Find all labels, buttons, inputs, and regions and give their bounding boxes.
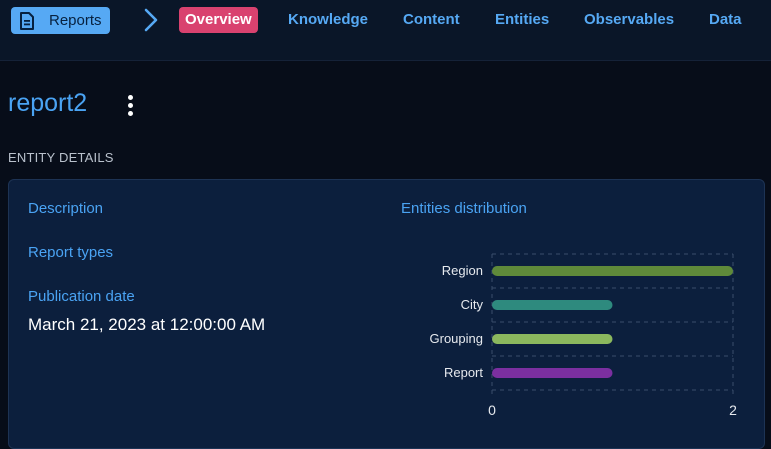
chevron-right-icon [144,8,158,32]
chart-category-label: City [461,297,484,312]
breadcrumb-label: Reports [49,12,102,29]
chart-category-label: Report [444,365,483,380]
chart-category-label: Region [442,263,483,278]
publication-date-label: Publication date [28,288,135,305]
more-options-icon[interactable] [125,93,137,119]
chart-tick-label: 0 [488,402,496,418]
tab-overview[interactable]: Overview [179,7,258,33]
chart-category-label: Grouping [430,331,483,346]
page-title: report2 [8,89,88,117]
chart-bar-grouping[interactable] [492,334,613,344]
entities-distribution-chart: Region City Grouping Report 0 2 [430,253,737,418]
tab-entities[interactable]: Entities [495,7,549,33]
chart-bar-report[interactable] [492,368,613,378]
report-types-label: Report types [28,244,114,261]
tab-knowledge[interactable]: Knowledge [288,7,368,33]
tab-data[interactable]: Data [709,7,742,33]
entities-distribution-label: Entities distribution [401,200,527,217]
description-label: Description [28,200,104,217]
publication-date-value: March 21, 2023 at 12:00:00 AM [28,315,266,334]
tab-content[interactable]: Content [403,7,460,33]
entity-details-card: Description Report types Publication dat… [8,179,765,449]
chart-bar-region[interactable] [492,266,733,276]
breadcrumb-reports[interactable]: Reports [11,7,110,34]
section-label: ENTITY DETAILS [8,150,114,165]
tab-observables[interactable]: Observables [584,7,674,33]
report-document-icon [20,11,34,30]
top-bar: Reports Overview Knowledge Content Entit… [0,0,771,61]
chart-bar-city[interactable] [492,300,613,310]
chart-tick-label: 2 [729,402,737,418]
